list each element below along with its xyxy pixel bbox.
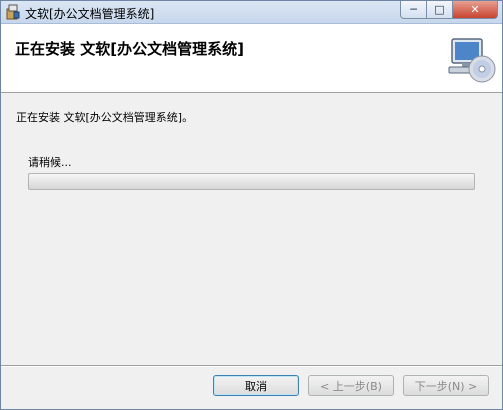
- cd-install-icon: [444, 35, 496, 85]
- installer-window: 文软[办公文档管理系统] ─ □ ✕ 正在安装 文软[办公文档管理系统] 正在安…: [0, 0, 503, 410]
- window-title: 文软[办公文档管理系统]: [25, 7, 155, 21]
- page-title: 正在安装 文软[办公文档管理系统]: [15, 40, 244, 58]
- install-status-text: 正在安装 文软[办公文档管理系统]。: [16, 111, 194, 124]
- installer-app-icon: [5, 4, 21, 20]
- maximize-button[interactable]: □: [427, 1, 453, 19]
- next-button[interactable]: 下一步(N) >: [403, 375, 489, 396]
- cancel-button[interactable]: 取消: [213, 375, 299, 396]
- please-wait-label: 请稍候...: [28, 156, 72, 169]
- caption-buttons: ─ □ ✕: [400, 1, 498, 20]
- footer-divider: [1, 365, 502, 367]
- back-button[interactable]: < 上一步(B): [308, 375, 394, 396]
- close-button[interactable]: ✕: [453, 1, 498, 19]
- install-progress-bar: [28, 173, 475, 190]
- minimize-button[interactable]: ─: [400, 1, 427, 19]
- title-bar[interactable]: 文软[办公文档管理系统] ─ □ ✕: [1, 1, 502, 24]
- header-banner: 正在安装 文软[办公文档管理系统]: [1, 24, 502, 93]
